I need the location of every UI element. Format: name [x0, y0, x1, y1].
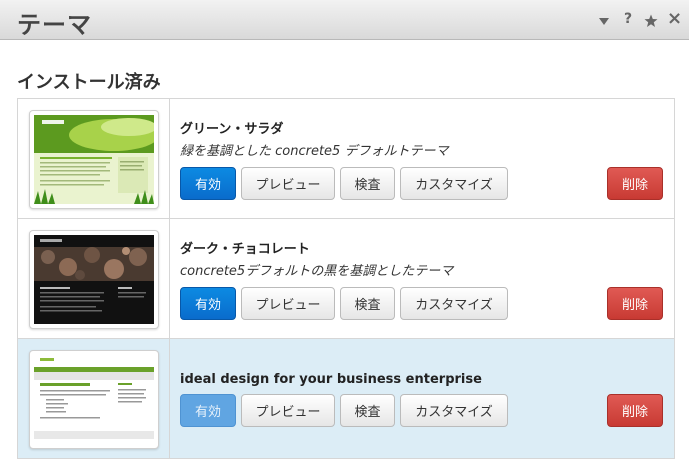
customize-button[interactable]: カスタマイズ	[400, 394, 508, 427]
inspect-button[interactable]: 検査	[340, 394, 395, 427]
theme-description: 緑を基調とした concrete5 デフォルトテーマ	[180, 144, 449, 159]
theme-thumbnail	[29, 230, 159, 329]
dialog-titlebar: テーマ ? ×	[0, 0, 689, 40]
inspect-button[interactable]: 検査	[340, 167, 395, 200]
customize-button[interactable]: カスタマイズ	[400, 167, 508, 200]
theme-list: グリーン・サラダ 緑を基調とした concrete5 デフォルトテーマ 有効 プ…	[17, 98, 675, 459]
theme-row-green-salad: グリーン・サラダ 緑を基調とした concrete5 デフォルトテーマ 有効 プ…	[18, 99, 674, 219]
help-icon[interactable]: ?	[621, 9, 635, 29]
theme-name: ideal design for your business enterpris…	[180, 372, 482, 387]
theme-name: グリーン・サラダ	[180, 122, 284, 137]
theme-row-ideal-design: ideal design for your business enterpris…	[18, 339, 674, 458]
theme-description: concrete5デフォルトの黒を基調としたテーマ	[180, 264, 454, 279]
theme-thumbnail	[29, 110, 159, 209]
preview-button[interactable]: プレビュー	[241, 287, 335, 320]
chevron-down-icon[interactable]	[598, 12, 612, 27]
preview-button[interactable]: プレビュー	[241, 167, 335, 200]
close-icon[interactable]: ×	[667, 9, 682, 29]
customize-button[interactable]: カスタマイズ	[400, 287, 508, 320]
preview-button[interactable]: プレビュー	[241, 394, 335, 427]
section-title-installed: インストール済み	[17, 72, 161, 93]
dialog-title: テーマ	[17, 11, 92, 39]
delete-button[interactable]: 削除	[607, 287, 663, 320]
dark-chocolate-preview	[34, 235, 154, 324]
theme-name: ダーク・チョコレート	[180, 242, 310, 257]
theme-row-dark-chocolate: ダーク・チョコレート concrete5デフォルトの黒を基調としたテーマ 有効 …	[18, 219, 674, 339]
activate-button[interactable]: 有効	[180, 167, 236, 200]
green-salad-preview	[34, 115, 154, 204]
delete-button[interactable]: 削除	[607, 167, 663, 200]
inspect-button[interactable]: 検査	[340, 287, 395, 320]
titlebar-icons: ? ×	[598, 9, 682, 29]
star-icon[interactable]	[644, 11, 658, 28]
activate-button: 有効	[180, 394, 236, 427]
plain-yogurt-preview	[34, 355, 154, 444]
activate-button[interactable]: 有効	[180, 287, 236, 320]
delete-button[interactable]: 削除	[607, 394, 663, 427]
theme-thumbnail	[29, 350, 159, 449]
